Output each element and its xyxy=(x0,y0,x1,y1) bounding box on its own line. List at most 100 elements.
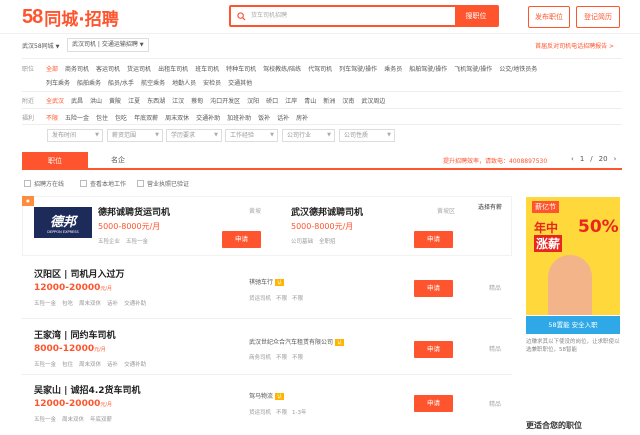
dropdown-salary[interactable]: 薪资范围 ▼ xyxy=(107,129,163,142)
site-logo[interactable]: 58 同城·招聘 xyxy=(22,6,119,30)
job-filter-option[interactable]: 代驾司机 xyxy=(308,64,332,73)
job-filter-option[interactable]: 货运司机 xyxy=(127,64,151,73)
sidebar-ad-banner[interactable]: 薪亿节 年中 涨薪 50% xyxy=(526,197,620,315)
checkbox-label: 营业执照已验证 xyxy=(147,181,190,188)
job-title-link[interactable]: 吴家山 | 诚招4.2货车司机 xyxy=(34,383,141,396)
search-button[interactable]: 搜职位 xyxy=(455,7,497,25)
benefit-filter-option[interactable]: 交通补助 xyxy=(196,113,220,122)
job-filter-option[interactable]: 列车驾驶/操作 xyxy=(339,64,377,73)
job-filter-option[interactable]: 交通其他 xyxy=(228,78,252,87)
job-filter-option[interactable]: 商务司机 xyxy=(65,64,89,73)
area-filter-option[interactable]: 武昌 xyxy=(71,96,83,105)
area-filter-option[interactable]: 黄陂 xyxy=(109,96,121,105)
search-input[interactable]: 货车司机招聘 xyxy=(251,7,455,25)
job-filter-option[interactable]: 驾校教练/陪练 xyxy=(263,64,301,73)
tab-company[interactable]: 名企 xyxy=(98,152,138,168)
dropdown-education[interactable]: 学历要求 ▼ xyxy=(166,129,222,142)
apply-button[interactable]: 申请 xyxy=(414,395,453,412)
job-filter-option[interactable]: 特种车司机 xyxy=(226,64,256,73)
report-link[interactable]: 首届反对司机电话招聘报告 > xyxy=(535,41,614,50)
logo-text: 同城·招聘 xyxy=(44,9,119,30)
job-filter-option[interactable]: 乘务员 xyxy=(384,64,402,73)
job-filter-option[interactable]: 船舶驾驶/操作 xyxy=(409,64,447,73)
benefit-filter-option[interactable]: 饭补 xyxy=(258,113,270,122)
job-title-link[interactable]: 德邦诚聘货运司机 xyxy=(98,205,170,218)
job-title-link[interactable]: 王家湾 | 同约车司机 xyxy=(34,328,116,341)
area-filter-option[interactable]: 江夏 xyxy=(128,96,140,105)
job-filter-option[interactable]: 全部 xyxy=(46,64,58,73)
tag: 话补 xyxy=(107,362,119,368)
benefit-filter-option[interactable]: 加班补助 xyxy=(227,113,251,122)
area-filter-option[interactable]: 武汉周边 xyxy=(361,96,385,105)
apply-button[interactable]: 申请 xyxy=(414,341,453,358)
area-filter-option[interactable]: 青山 xyxy=(304,96,316,105)
apply-button[interactable]: 申请 xyxy=(414,280,453,297)
job-filter-option[interactable]: 列车乘务 xyxy=(46,78,70,87)
benefit-filter-option[interactable]: 包吃 xyxy=(115,113,127,122)
chevron-down-icon: ▼ xyxy=(327,132,331,138)
checkbox-local[interactable]: 查看本地工作 xyxy=(80,179,126,188)
company-name-link[interactable]: 祺驰车行认 xyxy=(249,277,285,286)
job-filter-option[interactable]: 安检员 xyxy=(203,78,221,87)
tag: 交通补助 xyxy=(124,301,147,307)
checkbox-license[interactable]: 营业执照已验证 xyxy=(137,179,189,188)
tag: 公司基础 xyxy=(291,239,314,245)
dropdown-publish-time[interactable]: 发布时间 ▼ xyxy=(47,129,103,142)
job-title-link[interactable]: 汉阳区 | 司机月入过万 xyxy=(34,267,125,280)
area-filter-option[interactable]: 东西湖 xyxy=(147,96,165,105)
hot-badge: ● xyxy=(22,196,34,206)
benefit-filter-option[interactable]: 房补 xyxy=(296,113,308,122)
area-filter-option[interactable]: 新洲 xyxy=(323,96,335,105)
job-filter-option[interactable]: 班车司机 xyxy=(195,64,219,73)
benefit-filter-option[interactable]: 年底双薪 xyxy=(134,113,158,122)
promo-phone: 提升招聘效率，请致电：4008897530 xyxy=(443,158,548,165)
benefit-filter-option[interactable]: 五险一金 xyxy=(65,113,89,122)
benefit-filter-row: 福利 不限 五险一金 包住 包吃 年底双薪 周末双休 交通补助 加班补助 饭补 话补 房补 xyxy=(22,113,622,122)
job-filter-option[interactable]: 地勤人员 xyxy=(172,78,196,87)
area-filter-option[interactable]: 汉南 xyxy=(342,96,354,105)
checkbox-online[interactable]: 招聘方在线 xyxy=(24,179,64,188)
pager: ‹ 1 / 20 › xyxy=(571,155,616,163)
job-filter-option[interactable]: 飞机驾驶/操作 xyxy=(454,64,492,73)
search-icon xyxy=(231,7,251,25)
dropdown-experience[interactable]: 工作经验 ▼ xyxy=(225,129,278,142)
benefit-filter-option[interactable]: 周末双休 xyxy=(165,113,189,122)
area-filter-option[interactable]: 江汉 xyxy=(172,96,184,105)
prev-page-icon[interactable]: ‹ xyxy=(571,155,574,163)
post-resume-button[interactable]: 登记简历 xyxy=(576,6,620,28)
job-filter-option[interactable]: 公交/地铁员务 xyxy=(499,64,537,73)
tag: 货运司机 xyxy=(249,410,272,416)
job-filter-option[interactable]: 客运司机 xyxy=(96,64,120,73)
job-filter-option[interactable]: 船员/水手 xyxy=(108,78,134,87)
job-filter-option[interactable]: 船舶乘务 xyxy=(77,78,101,87)
area-filter-option[interactable]: 硚口 xyxy=(266,96,278,105)
area-filter-option[interactable]: 洪山 xyxy=(90,96,102,105)
next-page-icon[interactable]: › xyxy=(614,155,617,163)
area-filter-option[interactable]: 汉阳 xyxy=(247,96,259,105)
benefit-filter-option[interactable]: 包住 xyxy=(96,113,108,122)
post-job-button[interactable]: 发布职位 xyxy=(528,6,570,28)
city-selector[interactable]: 武汉58同城 ▼ xyxy=(22,41,59,50)
job-filter-option[interactable]: 出租车司机 xyxy=(158,64,188,73)
company-logo[interactable]: 德邦 DEPPON EXPRESS xyxy=(34,207,92,238)
breadcrumb[interactable]: 武汉司机 | 交通运输招聘 ▼ xyxy=(67,38,149,52)
area-filter-option[interactable]: 江岸 xyxy=(285,96,297,105)
dropdown-company-type[interactable]: 公司性质 ▼ xyxy=(339,129,395,142)
job-filter-option[interactable]: 航空乘务 xyxy=(141,78,165,87)
company-name-link[interactable]: 武汉世纪众合汽车租赁有限公司认 xyxy=(249,337,345,346)
job-title-link[interactable]: 武汉德邦诚聘司机 xyxy=(291,205,363,218)
apply-button[interactable]: 申请 xyxy=(222,231,261,248)
apply-button[interactable]: 申请 xyxy=(414,231,453,248)
company-name-link[interactable]: 驾马物流认 xyxy=(249,391,285,400)
filter-divider xyxy=(22,91,622,92)
area-filter-option[interactable]: 蔡甸 xyxy=(191,96,203,105)
checkbox-label: 招聘方在线 xyxy=(34,181,65,188)
area-filter-option[interactable]: 全武汉 xyxy=(46,96,64,105)
ad-blue-bar[interactable]: 58置能 安全入职 xyxy=(526,316,620,334)
benefit-filter-option[interactable]: 话补 xyxy=(277,113,289,122)
dropdown-label: 公司行业 xyxy=(287,132,312,139)
benefit-filter-option[interactable]: 不限 xyxy=(46,113,58,122)
area-filter-option[interactable]: 沌口开发区 xyxy=(210,96,240,105)
job-tags: 五险企业 五险一金 xyxy=(98,237,148,245)
dropdown-industry[interactable]: 公司行业 ▼ xyxy=(282,129,335,142)
